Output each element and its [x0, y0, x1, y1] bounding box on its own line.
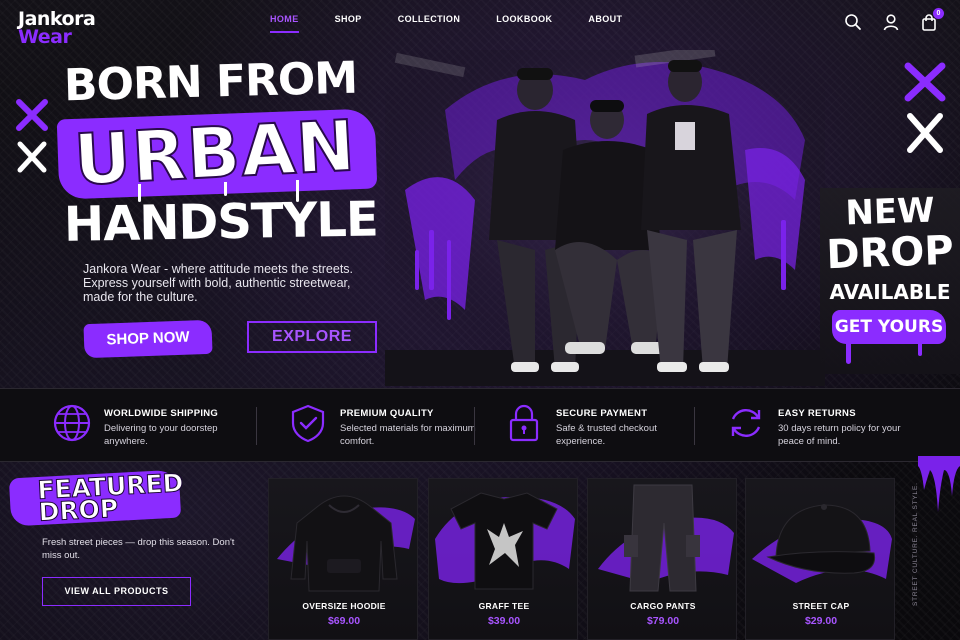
nav-item-lookbook[interactable]: LOOKBOOK — [496, 14, 552, 33]
feature-title: EASY RETURNS — [778, 408, 856, 419]
divider — [474, 407, 475, 445]
nav-item-collection[interactable]: COLLECTION — [398, 14, 461, 33]
hero-title-line2: URBAN — [71, 104, 359, 203]
hero-models-image — [385, 50, 825, 386]
hero-title-line1: BORN FROM — [63, 52, 358, 112]
lock-icon — [509, 404, 539, 442]
refresh-icon — [731, 409, 761, 437]
get-yours-button[interactable]: GET YOURS — [832, 310, 946, 344]
feature-title: PREMIUM QUALITY — [340, 408, 434, 419]
product-price: $79.00 — [646, 615, 680, 627]
product-price: $39.00 — [487, 615, 521, 627]
paint-drips-decoration — [918, 456, 960, 512]
product-name: CARGO PANTS — [630, 601, 696, 611]
cap-image — [752, 504, 892, 583]
promo-line1: NEW — [844, 190, 936, 234]
main-nav: HOME SHOP COLLECTION LOOKBOOK ABOUT — [270, 14, 658, 33]
x-marks-right-icon — [904, 62, 946, 153]
promo-line2: DROP — [825, 227, 955, 279]
nav-item-about[interactable]: ABOUT — [588, 14, 622, 33]
product-card-pants[interactable]: CARGO PANTS $79.00 — [587, 478, 737, 640]
x-marks-left-icon — [16, 99, 48, 173]
feature-title: WORLDWIDE SHIPPING — [104, 408, 219, 419]
cart-count-badge: 0 — [933, 8, 944, 19]
feature-premium-quality: PREMIUM QUALITY Selected materials for m… — [288, 403, 476, 451]
shopping-bag-icon[interactable]: 0 — [920, 8, 944, 31]
search-icon[interactable] — [844, 13, 862, 31]
featured-description: Fresh street pieces — drop this season. … — [42, 537, 235, 561]
hoodie-image — [277, 495, 415, 592]
nav-item-home[interactable]: HOME — [270, 14, 299, 33]
user-icon[interactable] — [882, 13, 900, 31]
product-price: $29.00 — [804, 615, 838, 627]
brand-logo-line2: Wear — [18, 26, 72, 48]
product-card-cap[interactable]: STREET CAP $29.00 — [745, 478, 895, 640]
hero-title-highlight: URBAN — [56, 104, 394, 202]
features-strip: WORLDWIDE SHIPPING Delivering to your do… — [0, 388, 960, 462]
side-tagline: STREET CULTURE. REAL STYLE. — [912, 482, 919, 606]
featured-title: FEATURED DROP — [36, 468, 185, 528]
product-card-hoodie[interactable]: OVERSIZE HOODIE $69.00 — [268, 478, 418, 640]
brand-logo[interactable]: Jankora Wear — [18, 10, 96, 48]
product-price: $69.00 — [327, 615, 361, 627]
pants-image — [598, 484, 734, 592]
hero-title-line3: HANDSTYLE — [63, 191, 379, 253]
feature-title: SECURE PAYMENT — [556, 408, 648, 419]
product-name: STREET CAP — [792, 601, 850, 611]
globe-icon — [53, 404, 91, 442]
new-drop-promo: NEW DROP AVAILABLE GET YOURS — [820, 188, 960, 374]
shield-check-icon — [291, 404, 325, 443]
paint-drip — [918, 342, 922, 356]
explore-button[interactable]: EXPLORE — [247, 321, 377, 353]
feature-description: Delivering to your doorstep anywhere. — [104, 423, 218, 447]
product-name: GRAFF TEE — [478, 601, 530, 611]
feature-description: Selected materials for maximum comfort. — [340, 423, 476, 447]
hero-description: Jankora Wear - where attitude meets the … — [83, 262, 354, 304]
divider — [694, 407, 695, 445]
feature-easy-returns: EASY RETURNS 30 days return policy for y… — [726, 403, 926, 451]
site-header: Jankora Wear HOME SHOP COLLECTION LOOKBO… — [0, 0, 960, 48]
nav-item-shop[interactable]: SHOP — [335, 14, 362, 33]
featured-title-line2: DROP — [37, 493, 119, 527]
feature-worldwide-shipping: WORLDWIDE SHIPPING Delivering to your do… — [52, 403, 252, 451]
feature-secure-payment: SECURE PAYMENT Safe & trusted checkout e… — [504, 403, 694, 451]
divider — [256, 407, 257, 445]
feature-description: 30 days return policy for your peace of … — [778, 423, 901, 447]
shop-now-button[interactable]: SHOP NOW — [83, 319, 213, 359]
promo-line3: AVAILABLE — [829, 280, 951, 304]
paint-drip — [846, 342, 851, 364]
tshirt-image — [435, 492, 575, 590]
view-all-products-button[interactable]: VIEW ALL PRODUCTS — [42, 577, 191, 606]
feature-description: Safe & trusted checkout experience. — [556, 423, 657, 447]
product-card-tee[interactable]: GRAFF TEE $39.00 — [428, 478, 578, 640]
header-actions: 0 — [844, 8, 944, 31]
product-name: OVERSIZE HOODIE — [302, 601, 386, 611]
hero-headline: BORN FROM URBAN HANDSTYLE — [56, 53, 394, 253]
